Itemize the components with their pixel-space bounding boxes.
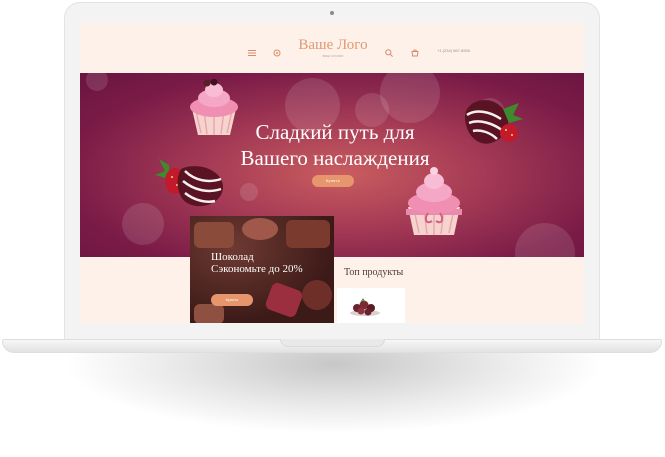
hero-buy-button[interactable]: Купить bbox=[312, 175, 354, 187]
promo-title-line: Шоколад bbox=[211, 251, 254, 263]
webcam bbox=[330, 11, 334, 15]
promo-card[interactable]: Шоколад Сэкономьте до 20% Купить bbox=[190, 216, 334, 323]
chocolate-image bbox=[286, 220, 330, 248]
bokeh-light bbox=[380, 73, 440, 123]
promo-buy-button[interactable]: Купить bbox=[211, 294, 253, 306]
chocolate-image bbox=[264, 281, 304, 319]
promo-title: Шоколад Сэкономьте до 20% bbox=[211, 251, 331, 275]
cart-icon[interactable] bbox=[410, 45, 420, 57]
chocolate-image bbox=[302, 280, 332, 310]
phone-number[interactable]: +1 (234) 567-8900 bbox=[437, 48, 470, 53]
promo-title-line: Сэкономьте до 20% bbox=[211, 263, 303, 275]
hero-title-line: Сладкий путь для bbox=[255, 120, 415, 144]
logo-title: Ваше Лого bbox=[298, 37, 368, 53]
bokeh-light bbox=[86, 73, 108, 91]
product-card[interactable] bbox=[337, 288, 405, 323]
logo-slogan: ваш слоган bbox=[322, 53, 344, 58]
cupcake-image bbox=[406, 167, 462, 235]
hero-title-line: Вашего наслаждения bbox=[240, 146, 430, 170]
laptop-shadow bbox=[70, 352, 598, 432]
bokeh-light bbox=[240, 183, 258, 201]
top-products-heading: Топ продукты bbox=[344, 267, 404, 278]
chocolate-image bbox=[194, 304, 224, 323]
site-logo[interactable]: Ваше Лого ваш слоган bbox=[293, 37, 373, 59]
bokeh-light bbox=[515, 223, 575, 257]
laptop-base-notch bbox=[280, 339, 385, 347]
search-icon[interactable] bbox=[384, 45, 394, 57]
product-image bbox=[350, 298, 380, 316]
laptop-screen: Ваше Лого ваш слоган +1 (234) 567-8900 С… bbox=[80, 23, 584, 323]
chocolate-image bbox=[242, 218, 278, 240]
gear-icon[interactable] bbox=[272, 45, 282, 57]
hero-title: Сладкий путь для Вашего наслаждения bbox=[180, 119, 490, 171]
chocolate-image bbox=[194, 222, 234, 248]
menu-icon[interactable] bbox=[247, 45, 257, 56]
site-header: Ваше Лого ваш слоган +1 (234) 567-8900 bbox=[80, 23, 584, 73]
